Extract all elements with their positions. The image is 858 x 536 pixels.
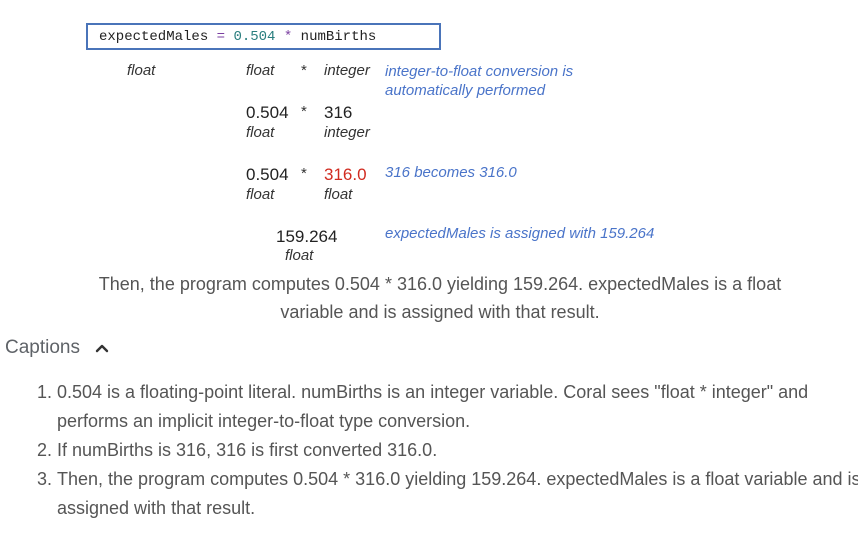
operand2-value: 316 bbox=[324, 103, 353, 122]
code-equals: = bbox=[216, 29, 226, 45]
caption-item: If numBirths is 316, 316 is first conver… bbox=[57, 436, 858, 465]
step-caption-line2: variable and is assigned with that resul… bbox=[280, 302, 600, 322]
operand1-type-label: float bbox=[246, 62, 275, 79]
code-operator: * bbox=[283, 29, 293, 45]
converted-operand-value: 316.0 bbox=[324, 165, 367, 184]
operand1-type: float bbox=[246, 186, 275, 203]
code-rhs-var: numBirths bbox=[300, 29, 377, 45]
operator-star: * bbox=[301, 62, 307, 79]
conversion-note-line2: automatically performed bbox=[385, 82, 546, 99]
operator-star: * bbox=[301, 103, 307, 120]
operand2-type: float bbox=[324, 186, 353, 203]
caption-item: Then, the program computes 0.504 * 316.0… bbox=[57, 465, 858, 523]
step-caption-line1: Then, the program computes 0.504 * 316.0… bbox=[98, 274, 782, 294]
operand1-value: 0.504 bbox=[246, 165, 289, 184]
conversion-note: integer-to-float conversion is automatic… bbox=[385, 62, 573, 100]
captions-toggle[interactable]: Captions bbox=[5, 337, 110, 359]
operand1-type: float bbox=[246, 124, 275, 141]
assignment-note: expectedMales is assigned with 159.264 bbox=[385, 225, 655, 242]
becomes-note: 316 becomes 316.0 bbox=[385, 164, 517, 181]
operand2-type-label: integer bbox=[324, 62, 370, 79]
operand1-value: 0.504 bbox=[246, 103, 289, 122]
code-var: expectedMales bbox=[99, 29, 209, 45]
code-statement-box: expectedMales = 0.504 * numBirths bbox=[86, 23, 441, 50]
result-value: 159.264 bbox=[276, 227, 338, 246]
chevron-up-icon bbox=[95, 344, 109, 353]
captions-heading: Captions bbox=[5, 337, 80, 358]
operator-star: * bbox=[301, 165, 307, 182]
captions-list: 0.504 is a floating-point literal. numBi… bbox=[23, 378, 858, 523]
caption-item: 0.504 is a floating-point literal. numBi… bbox=[57, 378, 858, 436]
lhs-type-label: float bbox=[127, 62, 156, 79]
operand2-type: integer bbox=[324, 124, 370, 141]
code-literal: 0.504 bbox=[233, 29, 276, 45]
step-caption: Then, the program computes 0.504 * 316.0… bbox=[60, 270, 820, 326]
conversion-note-line1: integer-to-float conversion is bbox=[385, 63, 574, 80]
result-type: float bbox=[285, 247, 314, 264]
